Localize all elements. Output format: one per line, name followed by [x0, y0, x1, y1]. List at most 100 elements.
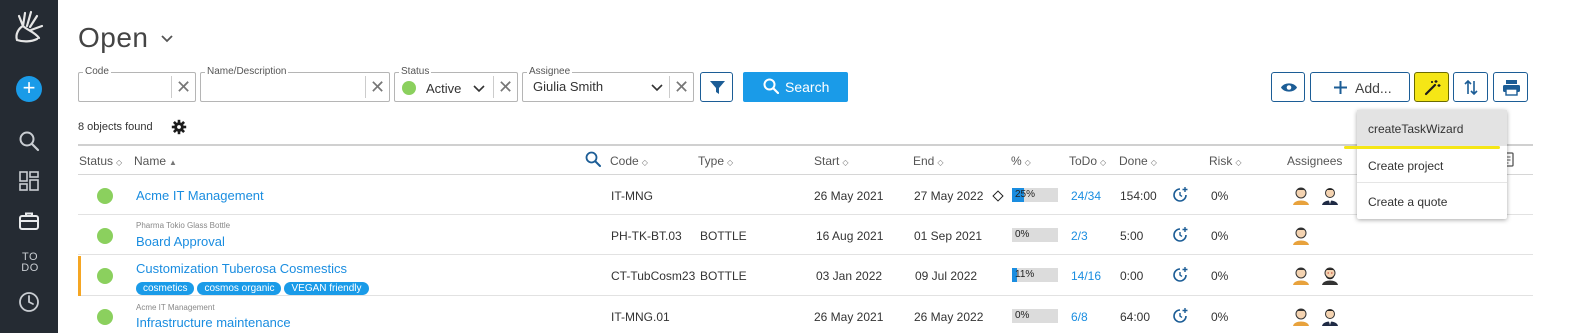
avatar-icon[interactable] — [1292, 306, 1310, 326]
th-start-label: Start — [814, 154, 840, 168]
plus-icon — [1334, 81, 1347, 94]
tag-badge[interactable]: cosmetics — [136, 282, 195, 295]
assignee-filter[interactable]: Assignee Giulia Smith ✕ — [522, 66, 694, 102]
row-todo-link[interactable]: 14/16 — [1071, 269, 1101, 283]
th-name[interactable]: Name ▲ — [134, 154, 177, 168]
clock-plus-icon[interactable] — [1171, 307, 1189, 325]
th-name-label: Name — [134, 154, 167, 168]
th-status[interactable]: Status ◇ — [79, 154, 122, 168]
chevron-down-icon[interactable] — [160, 34, 174, 44]
clock-plus-icon[interactable] — [1171, 186, 1189, 204]
gear-icon[interactable] — [171, 119, 187, 135]
row-done: 64:00 — [1120, 310, 1151, 324]
row-risk: 0% — [1211, 229, 1229, 243]
tag-badge[interactable]: cosmos organic — [197, 282, 282, 295]
menu-item-create-project[interactable]: Create project — [1357, 147, 1507, 183]
funnel-icon — [710, 81, 725, 94]
avatar-icon[interactable] — [1321, 306, 1339, 326]
th-todo-label: ToDo — [1069, 154, 1098, 168]
status-dot — [97, 188, 113, 204]
th-type[interactable]: Type ◇ — [698, 154, 733, 168]
row-name-link[interactable]: Acme IT Management — [136, 188, 264, 203]
code-filter[interactable]: Code ✕ — [78, 66, 196, 102]
add-icon[interactable]: + — [16, 76, 42, 102]
assignee-clear-icon[interactable]: ✕ — [669, 76, 693, 98]
progress-label: 11% — [1015, 269, 1035, 280]
sort-button[interactable] — [1453, 72, 1488, 102]
sort-icon: ◇ — [1150, 158, 1157, 167]
th-todo[interactable]: ToDo ◇ — [1069, 154, 1106, 168]
table-row[interactable]: Pharma Tokio Glass Bottle Board Approval… — [78, 216, 1533, 255]
table-row[interactable]: Acme IT Management IT-MNG 26 May 2021 27… — [78, 176, 1533, 215]
search-icon[interactable] — [17, 129, 41, 153]
row-end: 26 May 2022 — [914, 310, 984, 324]
column-search-icon[interactable] — [585, 151, 601, 167]
avatar-icon[interactable] — [1292, 225, 1310, 245]
row-name-link[interactable]: Board Approval — [136, 234, 225, 249]
row-risk: 0% — [1211, 189, 1229, 203]
row-todo-link[interactable]: 6/8 — [1071, 310, 1088, 324]
row-end: 27 May 2022 — [914, 189, 984, 203]
th-done[interactable]: Done ◇ — [1119, 154, 1157, 168]
clock-plus-icon[interactable] — [1171, 226, 1189, 244]
logo-hand-icon[interactable] — [9, 8, 49, 48]
th-start[interactable]: Start ◇ — [814, 154, 849, 168]
view-button[interactable] — [1271, 72, 1305, 102]
add-button[interactable]: Add... — [1310, 72, 1410, 102]
todo-label-bottom: DO — [21, 262, 39, 274]
th-risk[interactable]: Risk ◇ — [1209, 154, 1242, 168]
todo-icon[interactable]: TO DO — [18, 252, 42, 274]
clock-icon[interactable] — [17, 290, 41, 314]
magic-wand-icon — [1424, 80, 1441, 96]
status-filter[interactable]: Status Active ✕ — [394, 66, 518, 102]
status-dot — [97, 268, 113, 284]
row-parent: Acme IT Management — [136, 303, 215, 312]
th-percent-label: % — [1011, 154, 1022, 168]
avatar-icon[interactable] — [1321, 185, 1339, 205]
avatar-icon[interactable] — [1292, 265, 1310, 285]
sort-icon: ◇ — [1235, 158, 1242, 167]
avatar-icon[interactable] — [1292, 185, 1310, 205]
sort-icon: ◇ — [1100, 158, 1107, 167]
menu-item-create-task-wizard[interactable]: createTaskWizard — [1357, 110, 1507, 146]
th-end[interactable]: End ◇ — [913, 154, 944, 168]
th-percent[interactable]: % ◇ — [1011, 154, 1031, 168]
progress-label: 25% — [1015, 189, 1036, 200]
briefcase-icon[interactable] — [17, 209, 41, 233]
avatar-icon[interactable] — [1321, 265, 1339, 285]
row-start: 26 May 2021 — [814, 310, 884, 324]
print-button[interactable] — [1493, 72, 1528, 102]
tag-badge[interactable]: VEGAN friendly — [284, 282, 369, 295]
row-name-link[interactable]: Customization Tuberosa Cosmestics — [136, 261, 347, 276]
name-clear-icon[interactable]: ✕ — [365, 76, 389, 98]
row-name-link[interactable]: Infrastructure maintenance — [136, 315, 291, 330]
th-code[interactable]: Code ◇ — [610, 154, 648, 168]
menu-item-create-quote[interactable]: Create a quote — [1357, 183, 1507, 219]
clock-plus-icon[interactable] — [1171, 266, 1189, 284]
status-dot — [97, 309, 113, 325]
filter-button[interactable] — [700, 72, 733, 102]
assignee-chevron-down-icon[interactable] — [651, 83, 663, 92]
row-todo-link[interactable]: 24/34 — [1071, 189, 1101, 203]
sidebar: + TO DO — [0, 0, 58, 333]
status-clear-icon[interactable]: ✕ — [493, 76, 517, 98]
row-start: 03 Jan 2022 — [816, 269, 883, 283]
table-row[interactable]: Customization Tuberosa Cosmestics cosmet… — [78, 256, 1533, 296]
dashboard-icon[interactable] — [17, 169, 41, 193]
status-filter-value: Active — [426, 81, 462, 96]
table-row[interactable]: Acme IT Management Infrastructure mainte… — [78, 297, 1533, 333]
row-code: IT-MNG.01 — [611, 310, 670, 324]
name-filter[interactable]: Name/Description ✕ — [200, 66, 390, 102]
row-code: IT-MNG — [611, 189, 653, 203]
row-end: 01 Sep 2021 — [914, 229, 983, 243]
row-todo-link[interactable]: 2/3 — [1071, 229, 1088, 243]
progress-bar: 0% — [1012, 309, 1058, 323]
assignee-filter-label: Assignee — [527, 66, 573, 78]
row-code: CT-TubCosm23 — [611, 269, 696, 283]
code-clear-icon[interactable]: ✕ — [171, 76, 195, 98]
row-done: 154:00 — [1120, 189, 1157, 203]
status-chevron-down-icon[interactable] — [473, 84, 485, 93]
search-button[interactable]: Search — [743, 72, 848, 102]
wizard-button[interactable] — [1414, 72, 1449, 102]
row-parent: Pharma Tokio Glass Bottle — [136, 221, 231, 230]
